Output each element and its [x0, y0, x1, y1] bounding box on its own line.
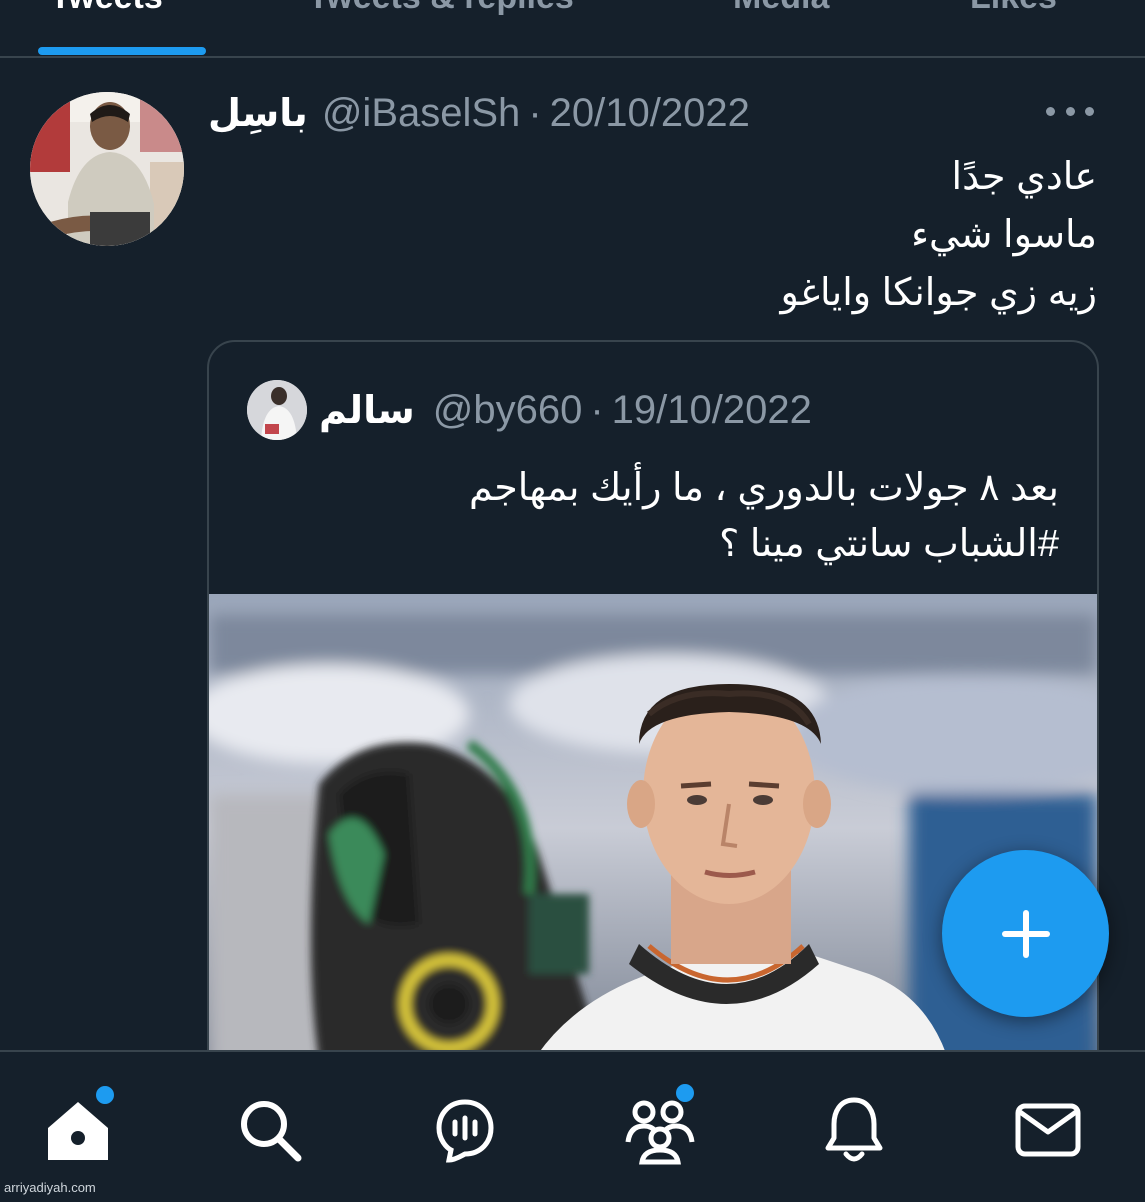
quoted-author-avatar — [247, 380, 307, 440]
more-dots-icon[interactable] — [1046, 96, 1094, 126]
source-watermark: arriyadiyah.com — [4, 1180, 96, 1195]
nav-messages[interactable] — [1008, 1090, 1088, 1170]
tweet-author-name[interactable]: باسِل — [208, 91, 308, 136]
tweet-date[interactable]: 20/10/2022 — [550, 91, 750, 136]
player-photo — [209, 594, 1097, 1102]
bell-icon — [825, 1097, 883, 1162]
tweet-text: عادي جدًا ماسوا شيء زيه زي جوانكا واياغو — [397, 148, 1097, 322]
active-tab-indicator — [38, 47, 206, 55]
quoted-tweet-text: بعد ٨ جولات بالدوري ، ما رأيك بمهاجم #ال… — [259, 460, 1059, 572]
plus-icon — [1001, 909, 1050, 958]
more-dot — [1085, 106, 1094, 116]
nav-spaces[interactable] — [425, 1090, 505, 1170]
tab-media[interactable]: Media — [733, 0, 829, 17]
bottom-nav-bar — [0, 1050, 1145, 1202]
tweet-text-line: زيه زي جوانكا واياغو — [780, 272, 1097, 314]
quoted-tweet-date: 19/10/2022 — [611, 387, 812, 432]
quoted-tweet-photo[interactable] — [209, 594, 1097, 1102]
tweet-header: باسِل @iBaselSh · 20/10/2022 — [208, 88, 750, 138]
tweet-author-handle[interactable]: @iBaselSh — [322, 91, 520, 136]
quoted-author-name: سالم — [319, 389, 415, 432]
nav-notifications[interactable] — [814, 1090, 894, 1170]
nav-communities[interactable] — [620, 1082, 700, 1170]
quoted-header-separator: · — [590, 387, 604, 432]
nav-home[interactable] — [38, 1084, 118, 1170]
tabs-divider — [0, 56, 1145, 58]
more-dot — [1065, 106, 1075, 116]
more-dot — [1046, 106, 1055, 116]
communities-icon — [625, 1100, 695, 1165]
quoted-text-line: بعد ٨ جولات بالدوري ، ما رأيك بمهاجم — [468, 467, 1059, 509]
avatar-photo — [30, 92, 184, 246]
profile-tabs: Tweets Tweets & replies Media Likes — [0, 0, 1145, 58]
nav-search[interactable] — [230, 1090, 310, 1170]
quoted-text-line: #الشباب سانتي مينا ؟ — [719, 523, 1059, 565]
search-icon — [241, 1101, 302, 1162]
communities-notification-dot — [674, 1082, 696, 1104]
tweet-text-line: ماسوا شيء — [911, 214, 1097, 256]
spaces-icon — [436, 1099, 494, 1163]
quoted-author-handle: @by660 — [432, 387, 583, 432]
tweet-author-avatar[interactable] — [30, 92, 184, 246]
header-separator: · — [528, 90, 542, 135]
tab-likes[interactable]: Likes — [970, 0, 1057, 17]
quoted-tweet-header: سالم @by660 · 19/10/2022 — [319, 384, 812, 436]
tab-tweets[interactable]: Tweets — [50, 0, 163, 17]
compose-tweet-button[interactable] — [942, 850, 1109, 1017]
quoted-avatar-photo — [247, 380, 307, 440]
tab-tweets-and-replies[interactable]: Tweets & replies — [308, 0, 574, 17]
home-notification-dot — [94, 1084, 116, 1106]
tweet-text-line: عادي جدًا — [951, 156, 1097, 198]
mail-icon — [1015, 1103, 1081, 1157]
